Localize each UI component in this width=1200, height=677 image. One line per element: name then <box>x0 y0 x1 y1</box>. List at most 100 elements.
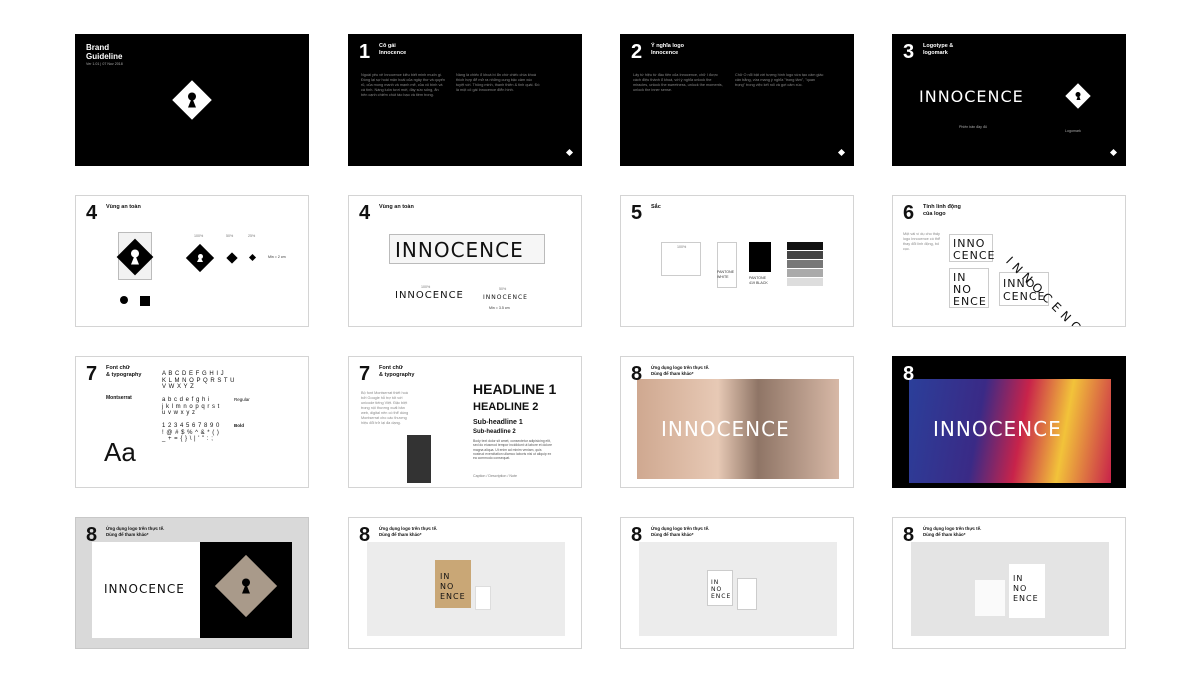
logo-variant-2: IN NO ENCE <box>949 268 989 308</box>
slide-font-hierarchy[interactable]: 7 Font chữ & typography Bộ font Montserr… <box>348 356 582 488</box>
slide-font-typography[interactable]: 7 Font chữ & typography Montserrat A B C… <box>75 356 309 488</box>
slide-title: Font chữ & typography <box>379 365 415 378</box>
slide-logotype-logomark[interactable]: 3 Logotype & logomark INNOCENCE Phiên bả… <box>892 34 1126 166</box>
body-text: Một vài ví dụ cho thấy logo Innocence có… <box>903 232 941 251</box>
tint-75 <box>787 251 823 259</box>
slide-application-hang-tag[interactable]: 8 Ứng dụng logo trên thực tế. Dùng để th… <box>620 517 854 649</box>
swatch-label-white: PANTONE WHITE <box>717 270 735 279</box>
weight-regular: Regular <box>234 397 250 402</box>
slide-number: 8 <box>631 524 643 546</box>
pct-50: 50% <box>499 287 507 291</box>
slide-safe-zone-logotype[interactable]: 4 Vùng an toàn INNOCENCE 100% INNOCENCE … <box>348 195 582 327</box>
slide-title: Logotype & logomark <box>923 43 954 56</box>
body-sample: Body text dolor sit amet, consectetur ad… <box>473 439 552 461</box>
sub-headline-2: Sub-headline 2 <box>473 429 516 435</box>
slide-number: 4 <box>359 202 371 224</box>
slide-title: Vùng an toàn <box>106 204 141 210</box>
slide-number: 8 <box>903 363 915 385</box>
keyhole-diamond-icon <box>1109 148 1118 157</box>
slide-safe-zone-mark[interactable]: 4 Vùng an toàn 100% 50% 25% Min = 2 cm <box>75 195 309 327</box>
tint-25 <box>787 269 823 277</box>
body-text-right: Nàng là chiếc ổ khoá bí ẩn chờ chiếc chì… <box>456 73 540 92</box>
slide-title: Ứng dụng logo trên thực tế. Dùng để tham… <box>651 365 710 376</box>
logo-variant-1: INNO CENCE <box>949 234 995 262</box>
slide-logo-meaning[interactable]: 2 Ý nghĩa logo Innocence Lấy tứ hiệu từ … <box>620 34 854 166</box>
slide-title: Ý nghĩa logo Innocence <box>651 43 684 56</box>
swatch-pantone-black <box>749 242 771 272</box>
paper-bag: IN NO ENCE <box>435 560 471 608</box>
slide-number: 1 <box>359 41 371 63</box>
font-name: Montserrat <box>106 395 132 401</box>
keyhole-diamond-icon <box>185 243 215 273</box>
min-size: Min = 2 cm <box>268 255 286 259</box>
pct-100: 100% <box>194 234 204 238</box>
logotype: INNOCENCE <box>919 87 1024 106</box>
aa-sample: Aa <box>104 437 136 467</box>
white-bag-small <box>975 580 1005 616</box>
tint-100 <box>787 242 823 250</box>
slide-application-flag[interactable]: 8 INNOCENCE <box>892 356 1126 488</box>
slide-number: 5 <box>631 202 643 224</box>
headline-2: HEADLINE 2 <box>473 401 539 413</box>
caption-full: Phiên bản đầy đủ <box>959 125 987 129</box>
body-text: Bộ font Montserrat thiết hoá bởi Google … <box>361 391 409 425</box>
slide-application-portrait[interactable]: 8 Ứng dụng logo trên thực tế. Dùng để th… <box>75 517 309 649</box>
tint-50 <box>787 260 823 268</box>
slide-application-white-bag[interactable]: 8 Ứng dụng logo trên thực tế. Dùng để th… <box>892 517 1126 649</box>
slide-number: 8 <box>631 363 643 385</box>
slide-color[interactable]: 5 Sắc 100% PANTONE WHITE PANTONE 419 BLA… <box>620 195 854 327</box>
slide-number: 6 <box>903 202 915 224</box>
slide-title: Ứng dụng logo trên thực tế. Dùng để tham… <box>379 526 438 537</box>
slide-title: Ứng dụng logo trên thực tế. Dùng để tham… <box>923 526 982 537</box>
keyhole-diamond-icon <box>1065 83 1091 109</box>
logotype-50: INNOCENCE <box>483 294 528 301</box>
white-bag-large: IN NO ENCE <box>1009 564 1045 618</box>
slide-innocence-girl[interactable]: 1 Cô gái Innocence Ngoài yêu vẻ Innocenc… <box>348 34 582 166</box>
key-icon <box>120 296 128 304</box>
swatch-pct: 100% <box>677 245 687 249</box>
logotype: INNOCENCE <box>661 417 790 441</box>
slide-number: 8 <box>359 524 371 546</box>
keyhole-diamond-icon <box>248 253 257 262</box>
logotype: INNOCENCE <box>395 238 524 262</box>
alphabet-sample: A B C D E F G H I J K L M N O P Q R S T … <box>162 371 235 442</box>
pct-50: 50% <box>226 234 234 238</box>
hang-tag: IN NO ENCE <box>707 570 733 606</box>
slide-number: 8 <box>903 524 915 546</box>
logotype: INNOCENCE <box>933 417 1062 441</box>
keyhole-diamond-icon <box>172 80 212 120</box>
cover-title-1: Brand <box>86 43 110 52</box>
swatch-label-black: PANTONE 419 BLACK <box>749 276 768 285</box>
slide-title: Vùng an toàn <box>379 204 414 210</box>
slide-title: Font chữ & typography <box>106 365 142 378</box>
keyhole-diamond-icon <box>565 148 574 157</box>
swatch-pantone-white <box>717 242 737 288</box>
slide-number: 7 <box>86 363 98 385</box>
min-size: Min = 3.5 cm <box>489 306 510 310</box>
keyhole-diamond-icon <box>226 252 238 264</box>
sub-headline-1: Sub-headline 1 <box>473 419 523 426</box>
tint-10 <box>787 278 823 286</box>
weight-bold: Bold <box>234 423 244 428</box>
logotype-100: INNOCENCE <box>395 290 464 301</box>
slide-title: Ứng dụng logo trên thực tế. Dùng để tham… <box>651 526 710 537</box>
keyhole-diamond-icon <box>837 148 846 157</box>
logotype: INNOCENCE <box>104 582 185 596</box>
slide-number: 3 <box>903 41 915 63</box>
slide-number: 7 <box>359 363 371 385</box>
slide-number: 2 <box>631 41 643 63</box>
caption-logomark: Logomark <box>1065 129 1081 133</box>
slide-logo-flexibility[interactable]: 6 Tính linh động của logo Một vài ví dụ … <box>892 195 1126 327</box>
unit-square <box>140 296 150 306</box>
slide-application-photo[interactable]: 8 Ứng dụng logo trên thực tế. Dùng để th… <box>620 356 854 488</box>
body-text-left: Lấy tứ hiệu từ đầu tiên của Innocence, c… <box>633 73 723 92</box>
slide-number: 4 <box>86 202 98 224</box>
hang-tag-back <box>737 578 757 610</box>
slide-title: Tính linh động của logo <box>923 204 961 217</box>
pct-25: 25% <box>248 234 256 238</box>
cover-version: Ver 1.01 | 07 Nov 2018 <box>86 62 123 66</box>
slide-cover[interactable]: Brand Guideline Ver 1.01 | 07 Nov 2018 <box>75 34 309 166</box>
caption-sample: Caption / Description / Note <box>473 474 517 478</box>
slide-title: Cô gái Innocence <box>379 43 407 56</box>
slide-application-paper-bag[interactable]: 8 Ứng dụng logo trên thực tế. Dùng để th… <box>348 517 582 649</box>
